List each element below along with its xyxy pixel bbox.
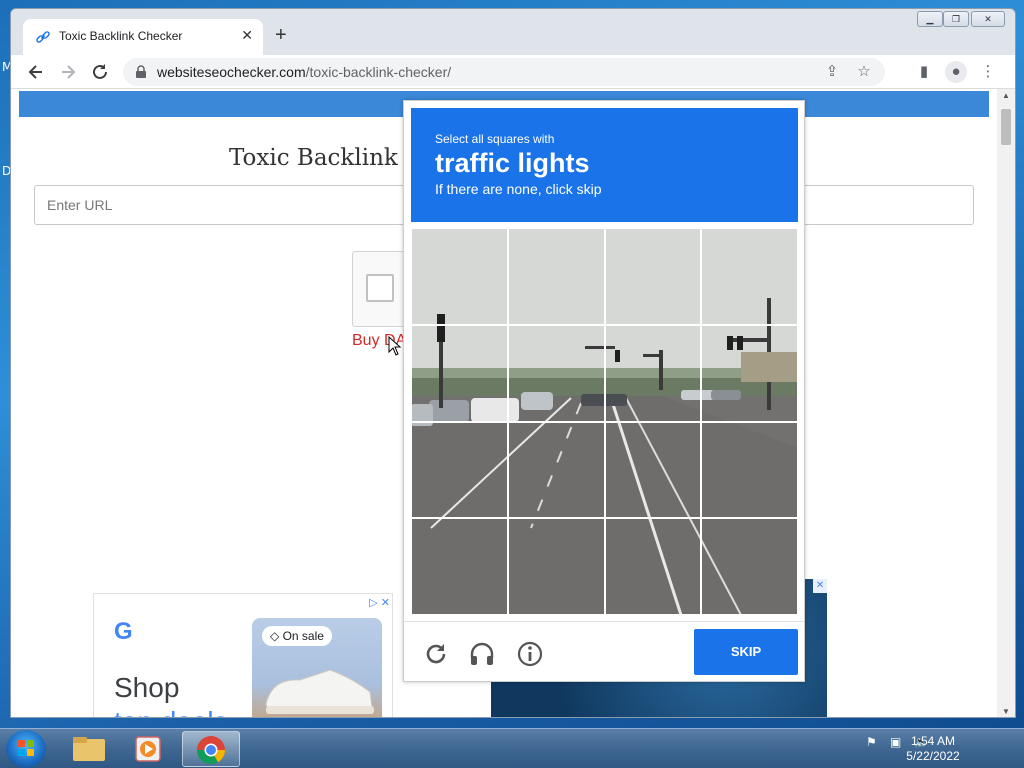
link-icon [36,31,50,43]
page-scrollbar[interactable]: ▲ ▼ [997,89,1015,717]
close-window-button[interactable]: ✕ [971,11,1005,27]
grid-tile-r4c2[interactable] [507,518,605,615]
taskbar-chrome[interactable] [182,731,240,767]
ad-choices-icon[interactable]: ▷ ✕ [369,596,390,609]
scroll-up-arrow-icon[interactable]: ▲ [997,89,1015,103]
google-logo: G [114,618,133,646]
grid-tile-r4c1[interactable] [411,518,508,615]
audio-challenge-headphones-icon[interactable] [468,640,496,668]
media-player-icon [135,736,161,762]
recaptcha-checkbox[interactable] [366,274,394,302]
grid-tile-r2c3[interactable] [604,324,702,422]
challenge-image-grid [411,228,798,615]
reload-button[interactable] [89,61,111,83]
profile-avatar-icon[interactable]: ● [945,61,967,83]
grid-tile-r3c4[interactable] [701,421,798,519]
maximize-button[interactable]: ❐ [943,11,969,27]
grid-tile-r1c2[interactable] [507,228,605,325]
side-panel-icon[interactable]: ▮ [913,61,935,83]
grid-tile-r1c1[interactable] [411,228,508,325]
challenge-header: Select all squares with traffic lights I… [411,108,798,222]
challenge-instruction: Select all squares with [435,132,555,146]
folder-icon [73,737,105,761]
challenge-subtext: If there are none, click skip [435,181,602,197]
arrow-right-icon [62,65,76,79]
clock-time: 1:54 AM [910,734,956,748]
share-icon[interactable]: ⇪ [821,61,843,83]
challenge-target: traffic lights [435,148,590,178]
ad-deals-text: top deals [114,706,228,717]
minimize-button[interactable]: ▁ [917,11,943,27]
grid-tile-r4c4[interactable] [701,518,798,615]
action-center-flag-icon[interactable]: ⚑ [866,735,877,749]
browser-toolbar: websiteseochecker.com/toxic-backlink-che… [11,55,1015,89]
grid-tile-r3c2[interactable] [507,421,605,519]
grid-tile-r3c3[interactable] [604,421,702,519]
url-text: websiteseochecker.com/toxic-backlink-che… [157,64,451,80]
title-bar: Toxic Backlink Checker ✕ + ▁ ❐ ✕ [11,9,1015,55]
start-button[interactable] [6,730,46,768]
scroll-down-arrow-icon[interactable]: ▼ [997,705,1015,717]
grid-tile-r2c1[interactable] [411,324,508,422]
reload-icon [93,64,107,79]
grid-tile-r2c2[interactable] [507,324,605,422]
new-tab-button[interactable]: + [275,25,287,45]
arrow-left-icon [28,65,42,79]
system-clock[interactable]: 1:54 AM 5/22/2022 [898,734,968,764]
info-help-icon[interactable] [516,640,544,668]
url-host: websiteseochecker.com [157,64,306,80]
forward-button[interactable] [57,61,79,83]
tab-title: Toxic Backlink Checker [59,29,183,43]
tab-close-icon[interactable]: ✕ [241,27,253,44]
google-g-letter: G [114,618,133,645]
menu-kebab-icon[interactable]: ⋮ [977,61,999,83]
reload-challenge-icon[interactable] [422,640,450,668]
address-bar[interactable]: websiteseochecker.com/toxic-backlink-che… [123,58,885,86]
grid-tile-r1c3[interactable] [604,228,702,325]
grid-tile-r1c4[interactable] [701,228,798,325]
tab-toxic-backlink-checker[interactable]: Toxic Backlink Checker ✕ [23,19,263,55]
grid-tile-r2c4[interactable] [701,324,798,422]
google-shopping-ad[interactable]: G Shop top deals ◇ On sale ▷ ✕ [93,593,393,717]
challenge-footer: SKIP [404,621,804,683]
lock-icon [136,65,146,78]
windows-taskbar: ⚑ ▣ 🔈 1:54 AM 5/22/2022 [0,728,1024,768]
taskbar-file-explorer[interactable] [60,731,118,767]
mouse-cursor-icon [388,336,402,356]
windows-logo-icon [18,740,34,756]
ad-shoe-image: ◇ On sale [252,618,382,717]
recaptcha-challenge: Select all squares with traffic lights I… [403,100,805,682]
back-button[interactable] [25,61,47,83]
bookmark-star-icon[interactable]: ☆ [853,61,875,83]
taskbar-media-player[interactable] [120,731,178,767]
grid-tile-r3c1[interactable] [411,421,508,519]
grid-tile-r4c3[interactable] [604,518,702,615]
ad-shop-text: Shop [114,672,180,703]
scroll-thumb[interactable] [1001,109,1011,145]
sneaker-icon [265,669,374,714]
ad-close-icon[interactable]: ✕ [813,579,827,593]
clock-date: 5/22/2022 [906,749,960,763]
url-path: /toxic-backlink-checker/ [305,64,452,80]
page-title: Toxic Backlink [229,145,398,171]
chrome-icon [197,736,225,764]
skip-button[interactable]: SKIP [694,629,798,675]
